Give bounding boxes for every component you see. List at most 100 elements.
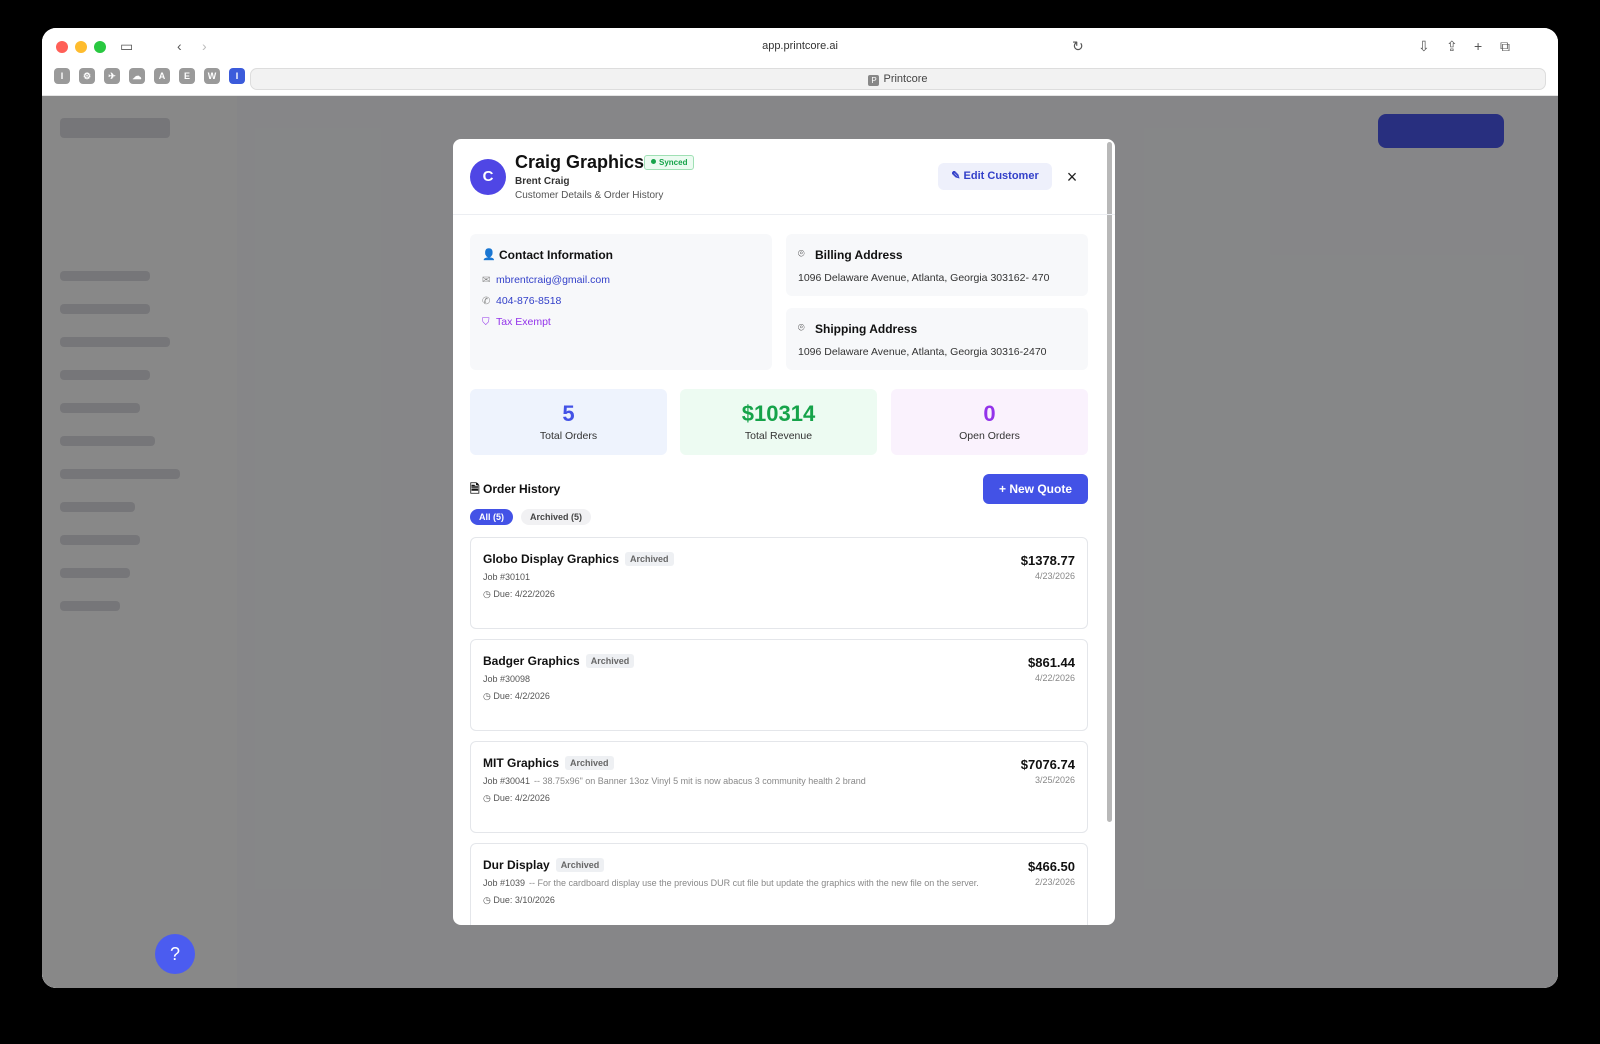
favorite-item[interactable]: ✈: [104, 68, 120, 84]
favorite-item[interactable]: ⚙: [79, 68, 95, 84]
tab-printcore[interactable]: P Printcore: [250, 68, 1546, 90]
browser-toolbar: ▭ ‹ › app.printcore.ai ↻ ⇩ ⇪ + ⧉ I ⚙ ✈ ☁…: [42, 28, 1558, 96]
help-icon[interactable]: ?: [155, 934, 195, 974]
order-job: Job #30041 -- 38.75x96" on Banner 13oz Vi…: [483, 776, 866, 786]
user-icon: 👤: [482, 249, 496, 261]
due-date: Due: 3/10/2026: [493, 895, 555, 905]
due-date: Due: 4/2/2026: [493, 691, 550, 701]
order-title: MIT Graphics: [483, 756, 560, 770]
avatar: C: [470, 159, 506, 195]
phone-link[interactable]: 404-876-8518: [496, 295, 561, 307]
order-history-title: Order History: [482, 482, 561, 496]
share-icon[interactable]: ⇪: [1446, 38, 1458, 55]
location-pin-icon: ⌾: [798, 248, 805, 260]
contact-person: Brent Craig: [515, 176, 570, 187]
tab-overview-icon[interactable]: ⧉: [1500, 38, 1510, 55]
new-quote-label: New Quote: [1009, 482, 1072, 496]
phone-icon: ✆: [482, 296, 491, 307]
email-link[interactable]: mbrentcraig@gmail.com: [496, 274, 610, 286]
close-icon[interactable]: ×: [1061, 166, 1083, 188]
order-title: Dur Display: [483, 858, 550, 872]
order-job: Job #30098: [483, 674, 530, 684]
stat-value: 0: [983, 401, 996, 426]
edit-customer-label: Edit Customer: [963, 170, 1039, 182]
job-number: Job #30098: [483, 674, 531, 684]
customer-name: Craig Graphics: [515, 152, 645, 172]
tab-title: Printcore: [883, 73, 928, 85]
mail-icon: ✉: [482, 275, 491, 286]
favorite-item[interactable]: ☁: [129, 68, 145, 84]
order-card[interactable]: Globo Display Graphics Archived Job #3010…: [470, 537, 1088, 629]
stat-value: 5: [562, 401, 575, 426]
customer-modal: C Craig Graphics Synced Brent Craig Cust…: [453, 139, 1115, 925]
shipping-address: 1096 Delaware Avenue, Atlanta, Georgia 3…: [798, 346, 1047, 358]
synced-badge: Synced: [644, 155, 695, 170]
shipping-card: ⌾ Shipping Address 1096 Delaware Avenue,…: [786, 308, 1088, 370]
due-date: Due: 4/2/2026: [493, 793, 550, 803]
archived-badge: Archived: [565, 756, 614, 770]
favorite-item[interactable]: I: [229, 68, 245, 84]
tab-favicon: P: [868, 75, 880, 86]
order-card[interactable]: MIT Graphics Archived Job #30041 -- 38.75x…: [470, 741, 1088, 833]
order-date: 4/23/2026: [1034, 571, 1075, 581]
tax-row: ⛉ Tax Exempt: [482, 316, 551, 328]
tax-exempt-label: Tax Exempt: [496, 316, 551, 328]
archived-badge: Archived: [585, 654, 635, 668]
order-due: ◷ Due: 3/10/2026: [483, 895, 555, 906]
billing-title: Billing Address: [815, 248, 903, 262]
filter-all-tab[interactable]: All (5): [470, 509, 514, 525]
order-name: Dur Display Archived: [483, 858, 605, 872]
stat-label: Open Orders: [959, 430, 1020, 442]
archived-badge: Archived: [625, 552, 674, 566]
address-bar[interactable]: app.printcore.ai: [42, 40, 1558, 52]
order-history-header: 🗎 Order History: [470, 480, 560, 501]
order-job: Job #30101: [483, 572, 530, 582]
download-icon[interactable]: ⇩: [1418, 38, 1430, 55]
favorite-item[interactable]: E: [179, 68, 195, 84]
new-tab-icon[interactable]: +: [1474, 38, 1482, 54]
clock-icon: ◷: [483, 793, 494, 803]
order-date: 2/23/2026: [1034, 877, 1075, 887]
document-icon: 🗎: [470, 482, 483, 496]
order-name: Globo Display Graphics Archived: [483, 552, 674, 566]
order-job: Job #1039 -- For the cardboard display us…: [483, 878, 979, 888]
favorite-item[interactable]: W: [204, 68, 220, 84]
order-amount: $466.50: [1028, 859, 1075, 874]
stat-open-orders: 0 Open Orders: [891, 389, 1088, 455]
favorite-item[interactable]: I: [54, 68, 70, 84]
order-note: -- For the cardboard display use the pre…: [529, 878, 979, 888]
filter-archived-tab[interactable]: Archived (5): [521, 509, 592, 525]
favorite-item[interactable]: A: [154, 68, 170, 84]
plus-icon: +: [998, 482, 1010, 496]
job-number: Job #1039: [483, 878, 526, 888]
phone-row[interactable]: ✆ 404-876-8518: [482, 295, 561, 307]
order-title: Badger Graphics: [483, 654, 580, 668]
order-card[interactable]: Dur Display Archived Job #1039 -- For the …: [470, 843, 1088, 925]
order-amount: $1378.77: [1020, 553, 1075, 568]
modal-subtitle: Customer Details & Order History: [515, 190, 664, 201]
order-date: 3/25/2026: [1034, 775, 1075, 785]
new-quote-button[interactable]: + New Quote: [983, 474, 1088, 504]
reload-icon[interactable]: ↻: [1072, 38, 1084, 55]
order-amount: $861.44: [1028, 655, 1075, 670]
due-date: Due: 4/22/2026: [493, 589, 555, 599]
shield-icon: ⛉: [482, 317, 490, 328]
synced-label: Synced: [659, 158, 688, 167]
job-number: Job #30041: [483, 776, 531, 786]
modal-scrollbar[interactable]: [1107, 142, 1112, 822]
clock-icon: ◷: [483, 691, 494, 701]
order-name: MIT Graphics Archived: [483, 756, 614, 770]
modal-overlay[interactable]: ? C Craig Graphics Synced Brent Craig Cu…: [42, 96, 1558, 988]
order-note: -- 38.75x96" on Banner 13oz Vinyl 5 mit …: [534, 776, 866, 786]
location-pin-icon: ⌾: [798, 322, 805, 334]
edit-customer-button[interactable]: ✎ Edit Customer: [938, 163, 1052, 190]
order-card[interactable]: Badger Graphics Archived Job #30098 ◷ Due…: [470, 639, 1088, 731]
browser-window: ▭ ‹ › app.printcore.ai ↻ ⇩ ⇪ + ⧉ I ⚙ ✈ ☁…: [42, 28, 1558, 988]
stat-total-revenue: $10314 Total Revenue: [680, 389, 877, 455]
status-dot-icon: [651, 159, 656, 164]
shipping-title: Shipping Address: [815, 322, 918, 336]
favorites-bar: I ⚙ ✈ ☁ A E W I: [54, 68, 245, 84]
job-number: Job #30101: [483, 572, 531, 582]
pencil-icon: ✎: [951, 170, 964, 182]
email-row[interactable]: ✉ mbrentcraig@gmail.com: [482, 274, 610, 286]
